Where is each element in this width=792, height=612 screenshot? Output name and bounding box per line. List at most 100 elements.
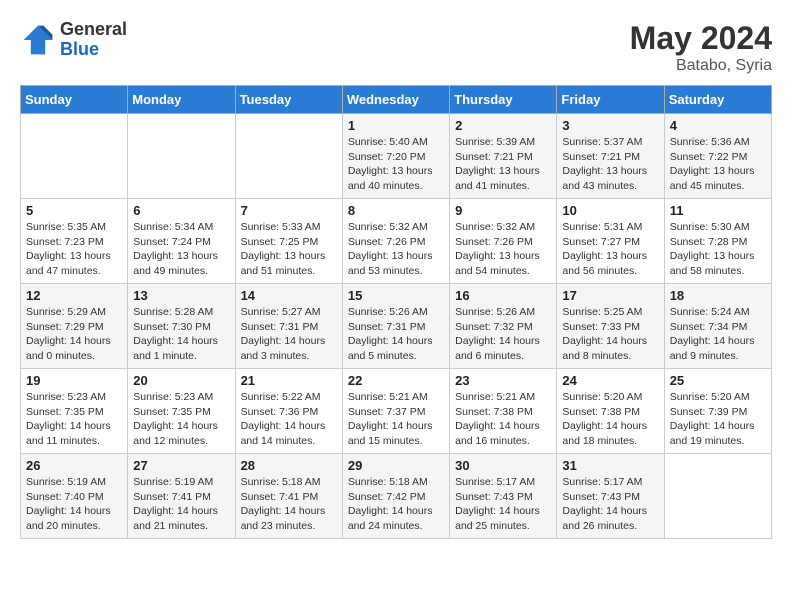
day-number: 21 (241, 373, 337, 388)
header-day: Tuesday (235, 86, 342, 114)
cell-info: Sunrise: 5:18 AM Sunset: 7:42 PM Dayligh… (348, 475, 444, 534)
calendar-cell: 18 Sunrise: 5:24 AM Sunset: 7:34 PM Dayli… (664, 284, 771, 369)
cell-info: Sunrise: 5:30 AM Sunset: 7:28 PM Dayligh… (670, 220, 766, 279)
cell-info: Sunrise: 5:21 AM Sunset: 7:38 PM Dayligh… (455, 390, 551, 449)
cell-info: Sunrise: 5:33 AM Sunset: 7:25 PM Dayligh… (241, 220, 337, 279)
calendar-cell: 10Sunrise: 5:31 AM Sunset: 7:27 PM Dayli… (557, 199, 664, 284)
header-day: Friday (557, 86, 664, 114)
calendar-cell: 6Sunrise: 5:34 AM Sunset: 7:24 PM Daylig… (128, 199, 235, 284)
calendar-cell: 24 Sunrise: 5:20 AM Sunset: 7:38 PM Dayli… (557, 369, 664, 454)
calendar-cell: 17 Sunrise: 5:25 AM Sunset: 7:33 PM Dayli… (557, 284, 664, 369)
calendar-week-row: 19 Sunrise: 5:23 AM Sunset: 7:35 PM Dayli… (21, 369, 772, 454)
day-number: 30 (455, 458, 551, 473)
calendar-cell: 22 Sunrise: 5:21 AM Sunset: 7:37 PM Dayli… (342, 369, 449, 454)
calendar-cell: 15 Sunrise: 5:26 AM Sunset: 7:31 PM Dayli… (342, 284, 449, 369)
calendar-cell: 14 Sunrise: 5:27 AM Sunset: 7:31 PM Dayli… (235, 284, 342, 369)
cell-info: Sunrise: 5:37 AM Sunset: 7:21 PM Dayligh… (562, 135, 658, 194)
header-day: Thursday (450, 86, 557, 114)
day-number: 25 (670, 373, 766, 388)
cell-info: Sunrise: 5:23 AM Sunset: 7:35 PM Dayligh… (133, 390, 229, 449)
calendar-cell (21, 114, 128, 199)
day-number: 15 (348, 288, 444, 303)
calendar-table: SundayMondayTuesdayWednesdayThursdayFrid… (20, 85, 772, 539)
cell-info: Sunrise: 5:35 AM Sunset: 7:23 PM Dayligh… (26, 220, 122, 279)
day-number: 26 (26, 458, 122, 473)
calendar-cell: 29 Sunrise: 5:18 AM Sunset: 7:42 PM Dayli… (342, 454, 449, 539)
calendar-cell: 11 Sunrise: 5:30 AM Sunset: 7:28 PM Dayli… (664, 199, 771, 284)
day-number: 27 (133, 458, 229, 473)
location: Batabo, Syria (630, 57, 772, 75)
logo: General Blue (20, 20, 127, 60)
calendar-cell (128, 114, 235, 199)
calendar-cell: 13 Sunrise: 5:28 AM Sunset: 7:30 PM Dayli… (128, 284, 235, 369)
header-day: Monday (128, 86, 235, 114)
calendar-cell: 21 Sunrise: 5:22 AM Sunset: 7:36 PM Dayli… (235, 369, 342, 454)
day-number: 8 (348, 203, 444, 218)
month-year: May 2024 (630, 20, 772, 57)
title-block: May 2024 Batabo, Syria (630, 20, 772, 75)
day-number: 29 (348, 458, 444, 473)
day-number: 24 (562, 373, 658, 388)
calendar-cell: 2Sunrise: 5:39 AM Sunset: 7:21 PM Daylig… (450, 114, 557, 199)
day-number: 17 (562, 288, 658, 303)
header-row: SundayMondayTuesdayWednesdayThursdayFrid… (21, 86, 772, 114)
day-number: 10 (562, 203, 658, 218)
calendar-cell: 4Sunrise: 5:36 AM Sunset: 7:22 PM Daylig… (664, 114, 771, 199)
day-number: 12 (26, 288, 122, 303)
cell-info: Sunrise: 5:27 AM Sunset: 7:31 PM Dayligh… (241, 305, 337, 364)
calendar-cell: 25 Sunrise: 5:20 AM Sunset: 7:39 PM Dayli… (664, 369, 771, 454)
calendar-body: 1 Sunrise: 5:40 AM Sunset: 7:20 PM Daylig… (21, 114, 772, 539)
day-number: 23 (455, 373, 551, 388)
calendar-cell: 20Sunrise: 5:23 AM Sunset: 7:35 PM Dayli… (128, 369, 235, 454)
cell-info: Sunrise: 5:20 AM Sunset: 7:38 PM Dayligh… (562, 390, 658, 449)
day-number: 28 (241, 458, 337, 473)
calendar-cell (664, 454, 771, 539)
day-number: 16 (455, 288, 551, 303)
cell-info: Sunrise: 5:29 AM Sunset: 7:29 PM Dayligh… (26, 305, 122, 364)
calendar-cell: 26 Sunrise: 5:19 AM Sunset: 7:40 PM Dayli… (21, 454, 128, 539)
cell-info: Sunrise: 5:22 AM Sunset: 7:36 PM Dayligh… (241, 390, 337, 449)
calendar-cell: 19 Sunrise: 5:23 AM Sunset: 7:35 PM Dayli… (21, 369, 128, 454)
cell-info: Sunrise: 5:32 AM Sunset: 7:26 PM Dayligh… (455, 220, 551, 279)
cell-info: Sunrise: 5:24 AM Sunset: 7:34 PM Dayligh… (670, 305, 766, 364)
cell-info: Sunrise: 5:25 AM Sunset: 7:33 PM Dayligh… (562, 305, 658, 364)
cell-info: Sunrise: 5:23 AM Sunset: 7:35 PM Dayligh… (26, 390, 122, 449)
day-number: 5 (26, 203, 122, 218)
cell-info: Sunrise: 5:26 AM Sunset: 7:31 PM Dayligh… (348, 305, 444, 364)
calendar-cell: 9Sunrise: 5:32 AM Sunset: 7:26 PM Daylig… (450, 199, 557, 284)
cell-info: Sunrise: 5:40 AM Sunset: 7:20 PM Dayligh… (348, 135, 444, 194)
calendar-cell: 8Sunrise: 5:32 AM Sunset: 7:26 PM Daylig… (342, 199, 449, 284)
cell-info: Sunrise: 5:21 AM Sunset: 7:37 PM Dayligh… (348, 390, 444, 449)
calendar-cell (235, 114, 342, 199)
header-day: Saturday (664, 86, 771, 114)
day-number: 3 (562, 118, 658, 133)
logo-icon (20, 22, 56, 58)
day-number: 19 (26, 373, 122, 388)
header-day: Wednesday (342, 86, 449, 114)
calendar-cell: 28Sunrise: 5:18 AM Sunset: 7:41 PM Dayli… (235, 454, 342, 539)
calendar-cell: 27 Sunrise: 5:19 AM Sunset: 7:41 PM Dayli… (128, 454, 235, 539)
calendar-cell: 16Sunrise: 5:26 AM Sunset: 7:32 PM Dayli… (450, 284, 557, 369)
calendar-cell: 23 Sunrise: 5:21 AM Sunset: 7:38 PM Dayli… (450, 369, 557, 454)
day-number: 13 (133, 288, 229, 303)
day-number: 18 (670, 288, 766, 303)
day-number: 7 (241, 203, 337, 218)
calendar-cell: 30 Sunrise: 5:17 AM Sunset: 7:43 PM Dayli… (450, 454, 557, 539)
cell-info: Sunrise: 5:20 AM Sunset: 7:39 PM Dayligh… (670, 390, 766, 449)
day-number: 11 (670, 203, 766, 218)
calendar-cell: 7 Sunrise: 5:33 AM Sunset: 7:25 PM Daylig… (235, 199, 342, 284)
calendar-week-row: 26 Sunrise: 5:19 AM Sunset: 7:40 PM Dayli… (21, 454, 772, 539)
cell-info: Sunrise: 5:19 AM Sunset: 7:40 PM Dayligh… (26, 475, 122, 534)
cell-info: Sunrise: 5:17 AM Sunset: 7:43 PM Dayligh… (562, 475, 658, 534)
day-number: 31 (562, 458, 658, 473)
calendar-week-row: 12 Sunrise: 5:29 AM Sunset: 7:29 PM Dayli… (21, 284, 772, 369)
day-number: 14 (241, 288, 337, 303)
day-number: 22 (348, 373, 444, 388)
calendar-week-row: 5 Sunrise: 5:35 AM Sunset: 7:23 PM Daylig… (21, 199, 772, 284)
logo-text: General Blue (60, 20, 127, 60)
cell-info: Sunrise: 5:17 AM Sunset: 7:43 PM Dayligh… (455, 475, 551, 534)
day-number: 1 (348, 118, 444, 133)
cell-info: Sunrise: 5:19 AM Sunset: 7:41 PM Dayligh… (133, 475, 229, 534)
cell-info: Sunrise: 5:28 AM Sunset: 7:30 PM Dayligh… (133, 305, 229, 364)
calendar-header: SundayMondayTuesdayWednesdayThursdayFrid… (21, 86, 772, 114)
